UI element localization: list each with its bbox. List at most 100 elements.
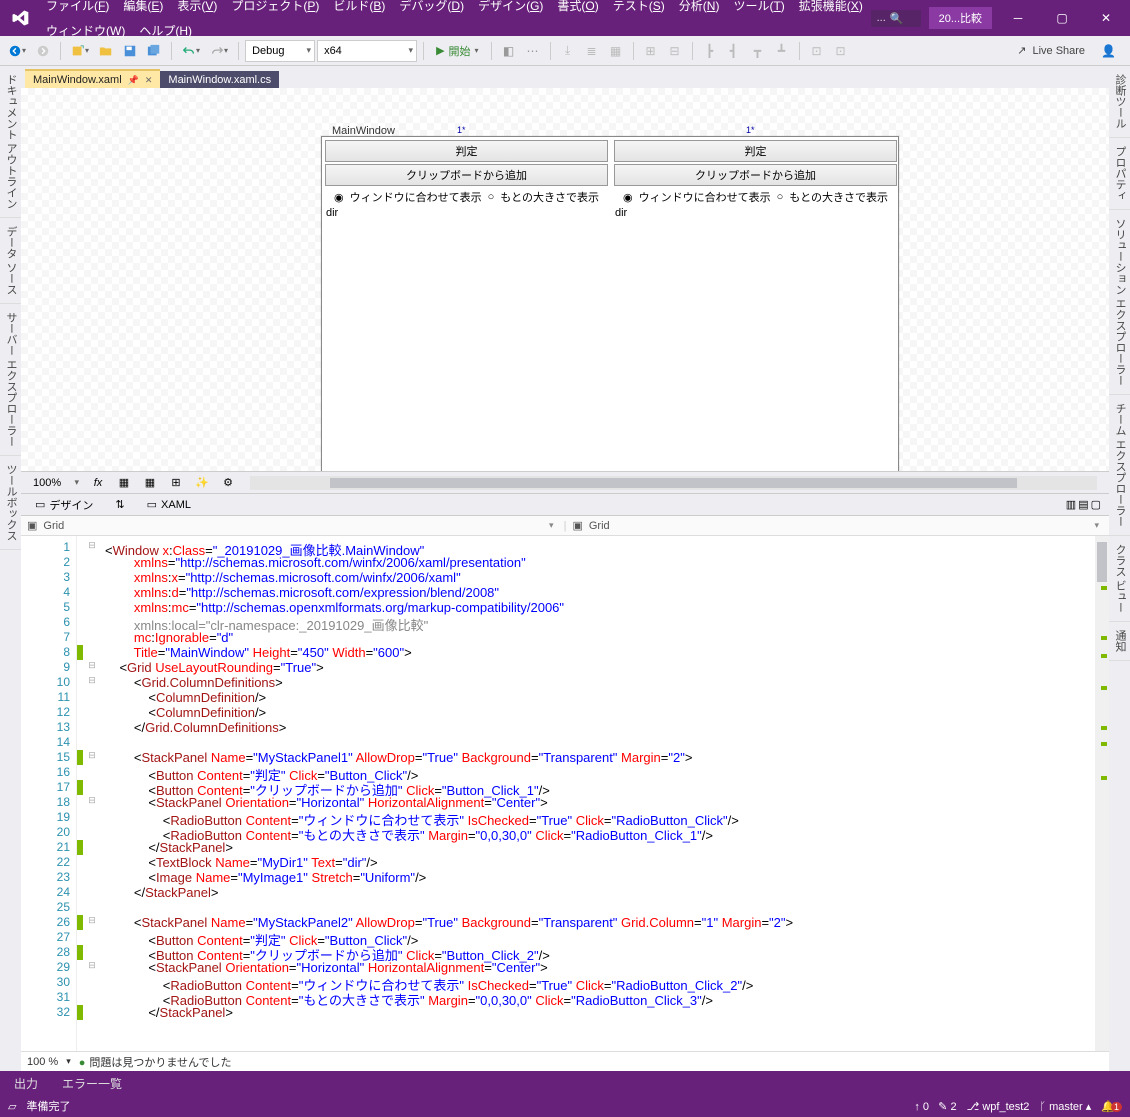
account-icon[interactable]: 👤: [1097, 40, 1120, 62]
design-btn-judge-1[interactable]: 判定: [325, 140, 608, 162]
notifications[interactable]: 🔔1: [1101, 1100, 1122, 1113]
design-radio-fit-1[interactable]: ウィンドウに合わせて表示: [350, 189, 482, 205]
document-tab[interactable]: MainWindow.xaml.cs: [160, 71, 279, 89]
menu-item[interactable]: 編集(E): [117, 0, 169, 18]
menu-item[interactable]: デザイン(G): [472, 0, 549, 18]
design-btn-judge-2[interactable]: 判定: [614, 140, 897, 162]
side-tab[interactable]: クラス ビュー: [1109, 536, 1130, 622]
settings-icon[interactable]: ⚙: [218, 474, 238, 492]
close-button[interactable]: ✕: [1088, 5, 1124, 31]
xaml-designer[interactable]: MainWindow 1* 1* 判定 クリップボードから追加 ◉ウィンドウに合…: [21, 88, 1109, 494]
side-tab[interactable]: プロパティ: [1109, 138, 1130, 210]
source-branch[interactable]: ᚴ master ▴: [1039, 1100, 1091, 1113]
side-tab[interactable]: 診断ツール: [1109, 66, 1130, 138]
menu-item[interactable]: 表示(V): [171, 0, 223, 18]
menu-item[interactable]: 拡張機能(X): [793, 0, 869, 18]
config-combo[interactable]: Debug: [245, 40, 315, 62]
code-editor[interactable]: 1234567891011121314151617181920212223242…: [21, 536, 1109, 1051]
start-debug-button[interactable]: ▶ 開始 ▾: [430, 43, 484, 59]
save-button[interactable]: [119, 40, 141, 62]
menu-item[interactable]: 分析(N): [673, 0, 726, 18]
side-tab[interactable]: ツールボックス: [0, 456, 21, 550]
menu-item[interactable]: ファイル(F): [40, 0, 115, 18]
tb-icon-4[interactable]: ≣: [581, 40, 603, 62]
open-button[interactable]: [95, 40, 117, 62]
quick-search[interactable]: ...🔍: [871, 10, 921, 27]
tb-icon-9[interactable]: ┫: [723, 40, 745, 62]
menu-item[interactable]: ツール(T): [727, 0, 790, 18]
tb-icon-12[interactable]: ⊡: [806, 40, 828, 62]
side-tab[interactable]: サーバー エクスプローラー: [0, 304, 21, 456]
grid-icon-2[interactable]: ▦: [140, 474, 160, 492]
minimize-button[interactable]: ─: [1000, 5, 1036, 31]
live-share-button[interactable]: ↗ Live Share: [1007, 44, 1095, 57]
editor-status-bar: 100 %▾ 問題は見つかりませんでした: [21, 1051, 1109, 1071]
undo-button[interactable]: ▾: [178, 40, 204, 62]
side-tab[interactable]: データ ソース: [0, 218, 21, 304]
tb-icon-2[interactable]: ⋯: [522, 40, 544, 62]
tb-icon-1[interactable]: ◧: [498, 40, 520, 62]
maximize-button[interactable]: ▢: [1044, 5, 1080, 31]
grid-icon-1[interactable]: ▦: [114, 474, 134, 492]
editor-zoom[interactable]: 100 %: [27, 1056, 58, 1068]
document-tabs: MainWindow.xaml📌✕MainWindow.xaml.cs: [21, 66, 1109, 88]
swap-panes-button[interactable]: ⇅: [109, 496, 130, 513]
tb-icon-11[interactable]: ┻: [771, 40, 793, 62]
pin-icon[interactable]: 📌: [128, 75, 139, 86]
tb-icon-6[interactable]: ⊞: [640, 40, 662, 62]
design-radio-orig-1[interactable]: もとの大きさで表示: [500, 189, 599, 205]
menu-item[interactable]: ビルド(B): [327, 0, 391, 18]
title-bar: ファイル(F)編集(E)表示(V)プロジェクト(P)ビルド(B)デバッグ(D)デ…: [0, 0, 1130, 36]
zoom-combo[interactable]: 100%: [27, 472, 82, 494]
project-title: 20...比較: [929, 7, 992, 29]
close-icon[interactable]: ✕: [145, 75, 153, 86]
path-left[interactable]: Grid: [43, 520, 557, 532]
nav-fwd-button[interactable]: [32, 40, 54, 62]
side-tab[interactable]: 通知: [1109, 622, 1130, 661]
design-btn-clip-1[interactable]: クリップボードから追加: [325, 164, 608, 186]
tb-icon-8[interactable]: ┣: [699, 40, 721, 62]
side-tab[interactable]: ドキュメント アウトライン: [0, 66, 21, 218]
snap-icon[interactable]: ⊞: [166, 474, 186, 492]
save-all-button[interactable]: [143, 40, 165, 62]
redo-button[interactable]: ▾: [206, 40, 232, 62]
collapse-icon[interactable]: ▢: [1091, 498, 1101, 511]
xaml-tab[interactable]: ▭ XAML: [141, 496, 197, 513]
design-radio-orig-2[interactable]: もとの大きさで表示: [789, 189, 888, 205]
design-btn-clip-2[interactable]: クリップボードから追加: [614, 164, 897, 186]
side-tab[interactable]: ソリューション エクスプローラー: [1109, 210, 1130, 395]
new-project-button[interactable]: ▾: [67, 40, 93, 62]
line-gutter: 1234567891011121314151617181920212223242…: [21, 536, 77, 1051]
bottom-tab[interactable]: 出力: [8, 1072, 44, 1095]
code-area[interactable]: <Window x:Class="_20191029_画像比較.MainWind…: [101, 536, 1109, 1051]
split-h-icon[interactable]: ▥: [1066, 498, 1076, 511]
platform-combo[interactable]: x64: [317, 40, 417, 62]
fx-icon[interactable]: fx: [88, 474, 108, 492]
menu-item[interactable]: テスト(S): [607, 0, 671, 18]
fold-gutter[interactable]: ⊟⊟⊟⊟⊟⊟⊟: [83, 536, 101, 1051]
left-sidebar: ドキュメント アウトラインデータ ソースサーバー エクスプローラーツールボックス: [0, 66, 21, 1071]
split-v-icon[interactable]: ▤: [1078, 498, 1088, 511]
bottom-tab[interactable]: エラー一覧: [56, 1072, 128, 1095]
document-tab[interactable]: MainWindow.xaml📌✕: [25, 69, 160, 89]
editor-scrollbar[interactable]: [1095, 536, 1109, 1051]
source-repo[interactable]: ⎇ wpf_test2: [967, 1100, 1030, 1113]
right-sidebar: 診断ツールプロパティソリューション エクスプローラーチーム エクスプローラークラ…: [1109, 66, 1130, 1071]
path-right[interactable]: Grid: [589, 520, 1103, 532]
tb-icon-5[interactable]: ▦: [605, 40, 627, 62]
design-tab[interactable]: ▭ デザイン: [29, 495, 99, 515]
design-window[interactable]: MainWindow 1* 1* 判定 クリップボードから追加 ◉ウィンドウに合…: [321, 136, 899, 494]
tb-icon-10[interactable]: ┳: [747, 40, 769, 62]
source-changes[interactable]: ↑ 0 ✎ 2: [914, 1100, 956, 1113]
effects-icon[interactable]: ✨: [192, 474, 212, 492]
menu-item[interactable]: 書式(O): [551, 0, 604, 18]
xaml-breadcrumb: ▣Grid | ▣Grid: [21, 516, 1109, 536]
design-radio-fit-2[interactable]: ウィンドウに合わせて表示: [639, 189, 771, 205]
tb-icon-3[interactable]: ⤓: [557, 40, 579, 62]
side-tab[interactable]: チーム エクスプローラー: [1109, 395, 1130, 536]
tb-icon-13[interactable]: ⊡: [830, 40, 852, 62]
menu-item[interactable]: デバッグ(D): [393, 0, 470, 18]
tb-icon-7[interactable]: ⊟: [664, 40, 686, 62]
nav-back-button[interactable]: ▾: [4, 40, 30, 62]
menu-item[interactable]: プロジェクト(P): [225, 0, 325, 18]
